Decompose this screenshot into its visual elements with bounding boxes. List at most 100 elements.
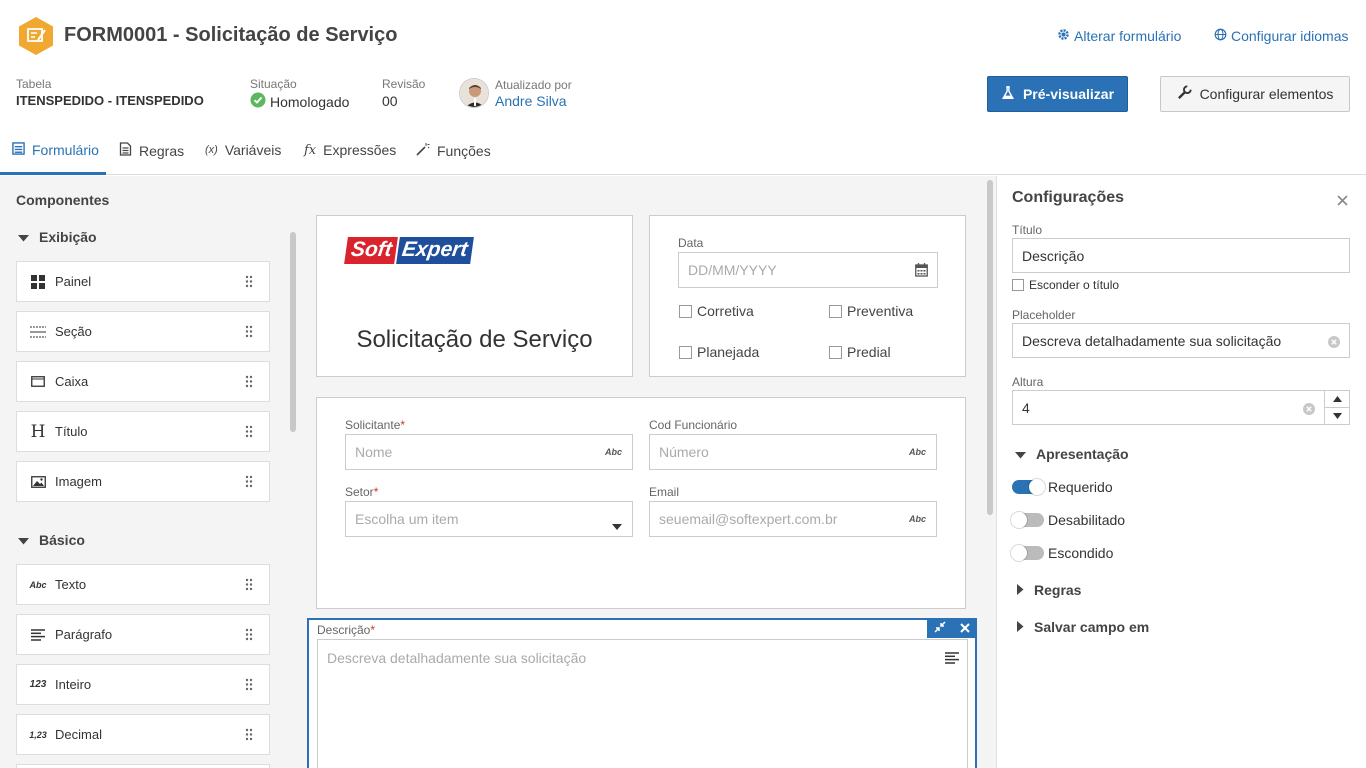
group-basico[interactable]: Básico (18, 532, 85, 548)
height-stepper[interactable] (1324, 390, 1350, 425)
tab-expressoes[interactable]: fx Expressões (304, 142, 396, 158)
component-imagem[interactable]: Imagem (16, 461, 270, 502)
function-icon: fx (304, 142, 317, 158)
drag-handle-icon[interactable] (245, 275, 253, 291)
tab-funcoes[interactable]: Funções (416, 142, 491, 159)
hide-title-label: Esconder o título (1029, 278, 1120, 292)
placeholder-input-value: Descreva detalhadamente sua solicitação (1022, 332, 1282, 349)
stepper-down-icon[interactable] (1325, 408, 1349, 424)
sector-placeholder: Escolha um item (355, 511, 459, 527)
presentation-section[interactable]: Apresentação (1015, 446, 1129, 462)
canvas-scrollbar[interactable] (987, 180, 993, 515)
tab-variaveis[interactable]: (x) Variáveis (205, 142, 281, 158)
rules-icon (119, 142, 132, 159)
toggle-switch-off[interactable] (1011, 512, 1044, 528)
configure-languages-link[interactable]: Configurar idiomas (1214, 28, 1349, 44)
component-inteiro[interactable]: 123 Inteiro (16, 664, 270, 705)
drag-handle-icon[interactable] (245, 375, 253, 391)
caret-down-icon (18, 532, 29, 548)
component-decimal[interactable]: 1,23 Decimal (16, 714, 270, 755)
component-painel[interactable]: Painel (16, 261, 270, 302)
save-field-section[interactable]: Salvar campo em (1017, 619, 1149, 635)
close-panel-icon[interactable] (1337, 193, 1348, 209)
form-title: FORM0001 - Solicitação de Serviço (64, 24, 398, 46)
checkbox-preventiva[interactable]: Preventiva (829, 303, 913, 319)
checkbox-box[interactable] (679, 345, 692, 359)
checkbox-corretiva[interactable]: Corretiva (679, 303, 754, 319)
drag-handle-icon[interactable] (245, 578, 253, 594)
text-type-icon: Abc (908, 514, 926, 524)
presentation-label: Apresentação (1036, 446, 1129, 462)
requester-input[interactable]: Nome Abc (345, 434, 633, 470)
title-input[interactable]: Descrição (1012, 238, 1350, 273)
checkbox-box[interactable] (679, 304, 692, 318)
component-label: Painel (55, 274, 92, 289)
component-paragrafo[interactable]: Parágrafo (16, 614, 270, 655)
fields-card[interactable]: Solicitante* Nome Abc Cod Funcionário Nú… (316, 397, 966, 609)
rules-section[interactable]: Regras (1017, 582, 1081, 598)
table-label: Tabela (16, 77, 52, 91)
sector-select[interactable]: Escolha um item (345, 501, 633, 537)
logo-card[interactable]: Soft Expert Solicitação de Serviço (316, 215, 633, 377)
email-input[interactable]: seuemail@softexpert.com.br Abc (649, 501, 937, 537)
component-secao[interactable]: Seção (16, 311, 270, 352)
description-textarea[interactable]: Descreva detalhadamente sua solicitação (317, 639, 968, 768)
group-exibicao[interactable]: Exibição (18, 229, 97, 245)
component-next[interactable] (16, 764, 270, 768)
drag-handle-icon[interactable] (245, 678, 253, 694)
height-input[interactable]: 4 (1012, 390, 1325, 425)
dropdown-caret-icon[interactable] (612, 517, 622, 533)
preview-label: Pré-visualizar (1022, 86, 1115, 102)
checkbox-planejada[interactable]: Planejada (679, 344, 759, 360)
close-icon[interactable] (960, 620, 970, 636)
toggle-desabilitado[interactable]: Desabilitado (1011, 512, 1125, 528)
drag-handle-icon[interactable] (245, 325, 253, 341)
date-card[interactable]: Data DD/MM/YYYY Corretiva Preventiva Pla… (649, 215, 966, 377)
employee-code-input[interactable]: Número Abc (649, 434, 937, 470)
change-form-link[interactable]: Alterar formulário (1057, 28, 1181, 44)
components-scrollbar[interactable] (290, 232, 296, 432)
stepper-up-icon[interactable] (1325, 391, 1349, 408)
toggle-escondido[interactable]: Escondido (1011, 545, 1113, 561)
component-texto[interactable]: Abc Texto (16, 564, 270, 605)
placeholder-input[interactable]: Descreva detalhadamente sua solicitação (1012, 323, 1350, 358)
description-field-selected[interactable]: Descrição* Descreva detalhadamente sua s… (307, 618, 977, 768)
settings-title: Configurações (1012, 189, 1125, 206)
updated-by-link[interactable]: Andre Silva (495, 93, 567, 109)
drag-handle-icon[interactable] (245, 425, 253, 441)
description-label: Descrição* (317, 623, 375, 637)
description-placeholder: Descreva detalhadamente sua solicitação (327, 650, 587, 666)
employee-code-label: Cod Funcionário (649, 418, 738, 432)
hide-title-checkbox[interactable]: Esconder o título (1012, 278, 1119, 292)
calendar-icon[interactable] (915, 263, 928, 280)
checkbox-box[interactable] (829, 304, 842, 318)
configure-elements-button[interactable]: Configurar elementos (1160, 76, 1350, 112)
checkbox-box[interactable] (829, 345, 842, 359)
component-label: Imagem (55, 474, 102, 489)
drag-handle-icon[interactable] (245, 628, 253, 644)
avatar (459, 78, 489, 108)
component-caixa[interactable]: Caixa (16, 361, 270, 402)
drag-handle-icon[interactable] (245, 475, 253, 491)
tab-regras[interactable]: Regras (119, 142, 184, 159)
toggle-requerido[interactable]: Requerido (1012, 479, 1113, 495)
toggle-switch-off[interactable] (1011, 545, 1044, 561)
toggle-switch-on[interactable] (1012, 479, 1045, 495)
collapse-icon[interactable] (934, 620, 946, 636)
toggle-label: Requerido (1048, 479, 1113, 495)
requester-placeholder: Nome (355, 444, 393, 460)
check-badge-icon (250, 92, 266, 111)
tab-formulario[interactable]: Formulário (12, 142, 99, 158)
sector-label-text: Setor (345, 485, 374, 499)
date-input[interactable]: DD/MM/YYYY (678, 252, 938, 288)
checkbox-predial[interactable]: Predial (829, 344, 891, 360)
drag-handle-icon[interactable] (245, 728, 253, 744)
clear-icon[interactable] (1328, 335, 1340, 351)
description-label-text: Descrição (317, 623, 371, 637)
preview-button[interactable]: Pré-visualizar (987, 76, 1128, 112)
panel-icon (29, 274, 47, 289)
clear-icon[interactable] (1303, 402, 1315, 418)
component-titulo[interactable]: H Título (16, 411, 270, 452)
heading-icon: H (30, 421, 46, 442)
checkbox-box[interactable] (1012, 279, 1024, 291)
